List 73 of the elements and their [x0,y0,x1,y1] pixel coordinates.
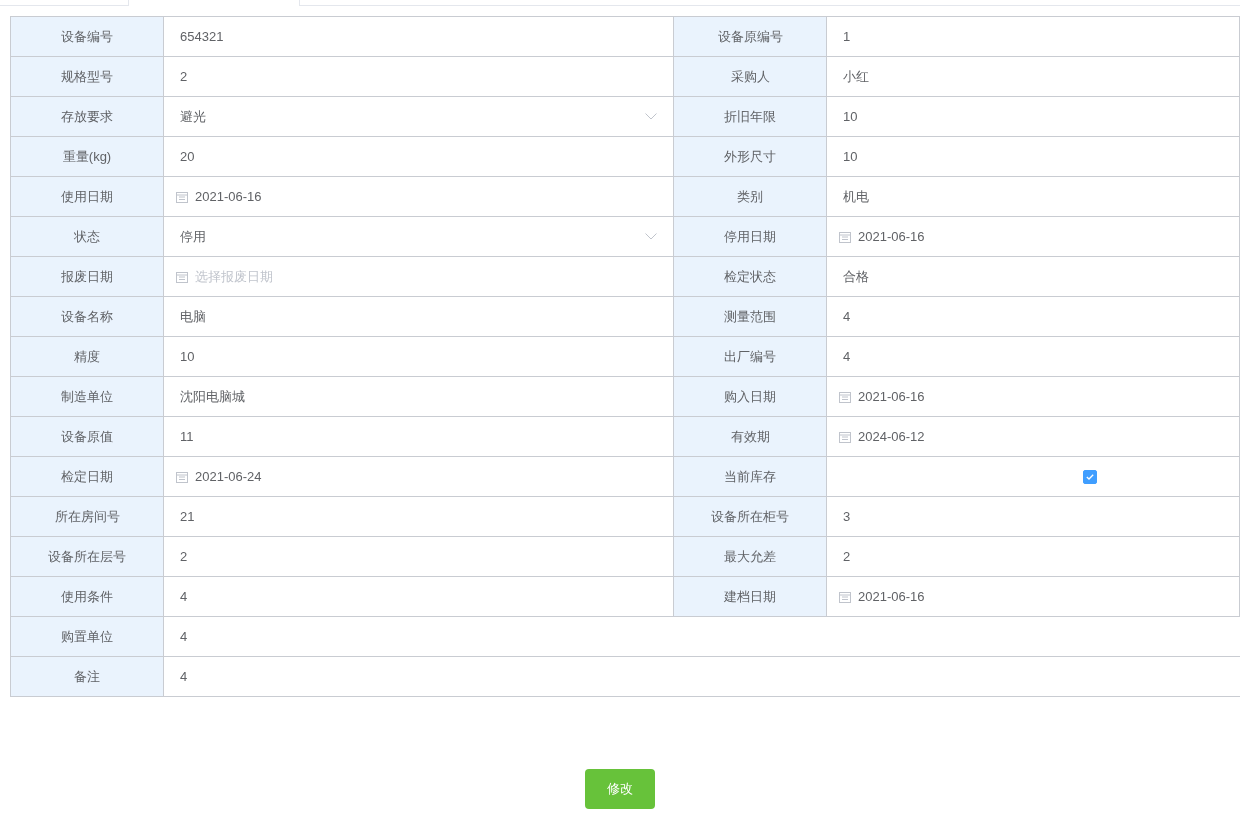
calendar-icon [176,190,188,203]
field-label: 外形尺寸 [724,147,776,166]
field-label: 设备原编号 [717,27,783,46]
field-value[interactable]: 10 [843,146,858,167]
date-field[interactable]: 2021-06-16 [827,377,1240,417]
select-field[interactable]: 停用 [164,217,674,257]
field-label: 设备原值 [61,427,113,446]
field-value[interactable]: 4 [180,626,188,647]
chevron-down-icon [645,113,657,120]
check-icon [1086,473,1094,480]
field-label: 使用条件 [61,587,113,606]
calendar-icon [176,470,188,483]
field-label: 规格型号 [61,67,113,86]
field-label: 检定状态 [724,267,776,286]
field-label: 重量(kg) [62,147,112,166]
chevron-down-icon [645,233,657,240]
field-value[interactable]: 合格 [843,266,869,287]
calendar-icon [839,230,851,243]
calendar-icon [839,590,851,603]
field-label: 最大允差 [724,547,776,566]
date-field[interactable]: 2024-06-12 [827,417,1240,457]
field-value[interactable]: 沈阳电脑城 [180,386,245,407]
field-value[interactable]: 机电 [843,186,869,207]
field-label: 备注 [74,667,100,686]
field-label: 设备编号 [61,27,113,46]
field-value[interactable]: 4 [180,666,188,687]
field-label: 所在房间号 [54,507,120,526]
field-label: 类别 [737,187,763,206]
field-value[interactable]: 1 [843,26,851,47]
field-label: 状态 [74,227,100,246]
field-label: 当前库存 [724,467,776,486]
field-value[interactable]: 10 [843,106,858,127]
field-label: 有效期 [730,427,770,446]
field-label: 出厂编号 [724,347,776,366]
field-label: 检定日期 [61,467,113,486]
field-label: 测量范围 [724,307,776,326]
field-value[interactable]: 21 [180,506,195,527]
field-label: 设备所在柜号 [711,507,789,526]
field-value[interactable]: 小红 [843,66,869,87]
field-value[interactable]: 20 [180,146,195,167]
checkbox[interactable] [1083,469,1097,484]
field-value[interactable]: 2 [180,66,188,87]
field-label: 使用日期 [61,187,113,206]
field-value[interactable]: 4 [843,346,851,367]
field-label: 制造单位 [61,387,113,406]
field-label: 停用日期 [724,227,776,246]
date-field[interactable]: 2021-06-16 [827,577,1240,617]
field-label: 设备名称 [61,307,113,326]
field-label: 购置单位 [61,627,113,646]
calendar-icon [176,270,188,283]
field-label: 购入日期 [724,387,776,406]
field-value[interactable]: 4 [843,306,851,327]
field-value[interactable]: 3 [843,506,851,527]
date-field[interactable]: 2021-06-16 [164,177,674,217]
field-value[interactable]: 654321 [180,26,224,47]
field-label: 存放要求 [61,107,113,126]
calendar-icon [839,390,851,403]
field-value[interactable]: 电脑 [180,306,206,327]
field-value[interactable]: 11 [180,426,194,447]
calendar-icon [839,430,851,443]
field-label: 采购人 [730,67,770,86]
field-value[interactable]: 10 [180,346,195,367]
field-label: 报废日期 [61,267,113,286]
field-label: 折旧年限 [724,107,776,126]
field-value[interactable]: 2 [843,546,851,567]
field-label: 精度 [74,347,100,366]
field-label: 建档日期 [724,587,776,606]
field-value[interactable]: 4 [180,586,188,607]
date-field[interactable]: 2021-06-16 [827,217,1240,257]
field-label: 设备所在层号 [48,547,126,566]
date-field[interactable]: 2021-06-24 [164,457,674,497]
field-value[interactable]: 2 [180,546,188,567]
select-field[interactable]: 避光 [164,97,674,137]
